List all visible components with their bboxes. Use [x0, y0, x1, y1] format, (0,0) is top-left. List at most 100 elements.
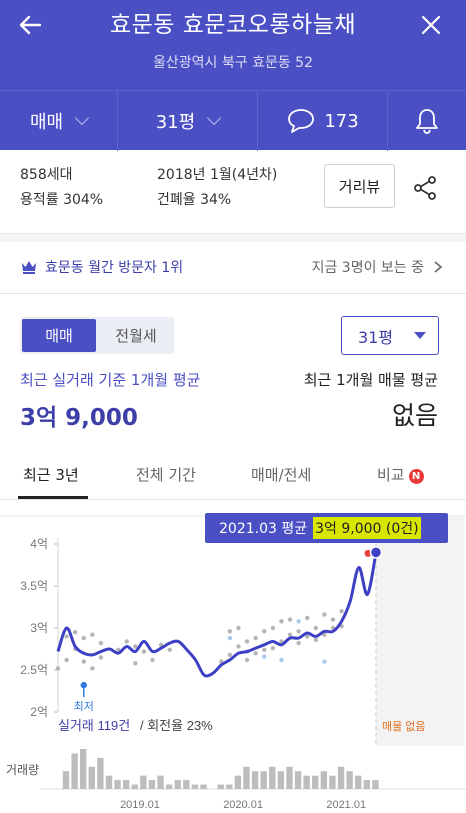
deal-point — [262, 647, 267, 653]
deal-point — [81, 635, 86, 641]
highlight-marker — [369, 546, 383, 559]
trade-type-dropdown[interactable]: 매매 — [0, 91, 117, 151]
deal-point — [330, 617, 336, 622]
x-tick-label: 2019.01 — [120, 799, 160, 811]
comment-count: 173 — [324, 110, 359, 132]
deal-point — [64, 657, 69, 663]
tab-lease[interactable]: 전월세 — [100, 319, 172, 352]
section-divider — [0, 234, 466, 242]
coverage-text: 건폐율 34% — [157, 192, 232, 208]
notification-button[interactable] — [387, 91, 466, 151]
volume-bar — [174, 780, 181, 789]
deal-point — [236, 644, 241, 649]
volume-bar — [62, 771, 70, 789]
deals-count-label: 실거래 119건 — [58, 718, 130, 733]
viewers-now: 지금 3명이 보는 중 — [312, 257, 444, 277]
crown-icon — [22, 261, 36, 274]
recent-deal-label: 최근 실거래 기준 1개월 평균 — [20, 371, 201, 389]
deal-point — [287, 632, 293, 637]
volume-bar — [329, 775, 336, 789]
volume-bar — [372, 780, 379, 789]
volume-bar — [97, 757, 104, 789]
address-text: 울산광역시 북구 효문동 52 — [153, 55, 313, 71]
tab-sale[interactable]: 매매 — [22, 319, 96, 352]
price-chart-svg: 4억 3.5억 3억 2.5억 2억 최저실거래 119건 / 회전율 23% 매물 없음거래… — [0, 515, 466, 811]
new-badge: N — [408, 469, 424, 484]
deal-point — [270, 625, 276, 631]
tab-compare[interactable]: 비교 N — [377, 464, 424, 485]
visitor-rank-bar[interactable]: 효문동 월간 방문자 1위 지금 3명이 보는 중 — [0, 242, 466, 294]
min-label: 최저 — [74, 700, 94, 713]
deal-point — [244, 657, 250, 663]
deal-point — [167, 647, 172, 653]
deal-point — [313, 625, 319, 631]
volume-bar — [148, 780, 156, 789]
deal-point — [236, 625, 241, 631]
volume-bar — [105, 775, 113, 789]
deal-point — [296, 640, 301, 646]
min-marker — [80, 681, 87, 689]
deal-point — [133, 661, 138, 666]
tab-recent-3y[interactable]: 최근 3년 — [23, 464, 79, 485]
deal-point — [64, 634, 69, 639]
visitor-rank-text: 효문동 월간 방문자 1위 — [45, 260, 184, 276]
deal-point — [253, 635, 258, 641]
deal-point — [227, 629, 233, 634]
volume-bar — [286, 766, 293, 789]
comments-button[interactable]: 173 — [257, 91, 387, 151]
volume-bar — [80, 749, 87, 789]
volume-bar — [294, 771, 302, 789]
back-arrow-icon[interactable] — [16, 10, 46, 40]
volume-bar — [226, 784, 233, 789]
chevron-down-icon — [74, 110, 90, 126]
avg-price-line — [56, 552, 378, 678]
filter-bar: 매매 31평 173 — [0, 90, 466, 151]
deal-point — [313, 637, 319, 642]
deal-point — [98, 655, 104, 660]
viewers-now-text: 지금 3명이 보는 중 — [311, 260, 424, 276]
deal-point — [279, 619, 284, 624]
deal-point — [253, 651, 258, 656]
size-select[interactable]: 31평 — [341, 316, 439, 355]
volume-bar — [122, 780, 130, 789]
x-tick-label: 2020.01 — [223, 799, 263, 811]
visitor-rank: 효문동 월간 방문자 1위 — [20, 257, 183, 277]
x-tick-label: 2021.01 — [326, 799, 366, 811]
volume-bar — [346, 771, 353, 789]
deal-point — [55, 666, 61, 671]
chart-tooltip: 2021.03 평균 3억 9,000 (0건) — [205, 513, 448, 543]
street-view-button[interactable]: 거리뷰 — [324, 164, 395, 208]
price-chart[interactable]: 4억 3.5억 3억 2.5억 2억 최저 실거래 119건 / 회전율 23% 매물 없음 거래… — [0, 500, 466, 813]
volume-bar — [303, 775, 310, 789]
size-dropdown[interactable]: 31평 — [117, 91, 257, 151]
y-tick-label: 2.5억 — [20, 663, 48, 677]
tab-sale-lease[interactable]: 매매/전세 — [251, 464, 311, 485]
chevron-down-icon — [207, 110, 222, 126]
deal-point — [305, 615, 310, 621]
close-icon[interactable] — [416, 10, 446, 40]
deal-point — [262, 629, 267, 634]
volume-bar — [320, 771, 328, 789]
tab-all-period[interactable]: 전체 기간 — [136, 464, 196, 485]
volume-bar — [200, 784, 207, 789]
deal-point-alt — [322, 659, 327, 664]
size-label: 31평 — [155, 112, 196, 133]
y-tick-label: 3억 — [30, 621, 48, 635]
share-icon[interactable] — [412, 175, 438, 201]
recent-deal-price: 3억 9,000 — [20, 405, 138, 431]
volume-bar — [71, 753, 78, 789]
volume-bar — [114, 780, 121, 789]
volume-bar — [217, 784, 224, 789]
tooltip-period: 2021.03 평균 — [219, 521, 308, 537]
size-select-label: 31평 — [358, 327, 394, 347]
volume-bar — [251, 771, 259, 789]
caret-down-icon — [414, 332, 426, 339]
volume-bar — [183, 780, 190, 789]
volume-bar — [191, 784, 199, 789]
volume-bar — [88, 766, 95, 789]
tab-compare-label: 비교 — [377, 466, 405, 484]
volume-bar — [312, 775, 319, 789]
deal-point — [72, 630, 78, 635]
volume-bar — [165, 784, 173, 789]
deal-point-alt — [262, 654, 267, 659]
